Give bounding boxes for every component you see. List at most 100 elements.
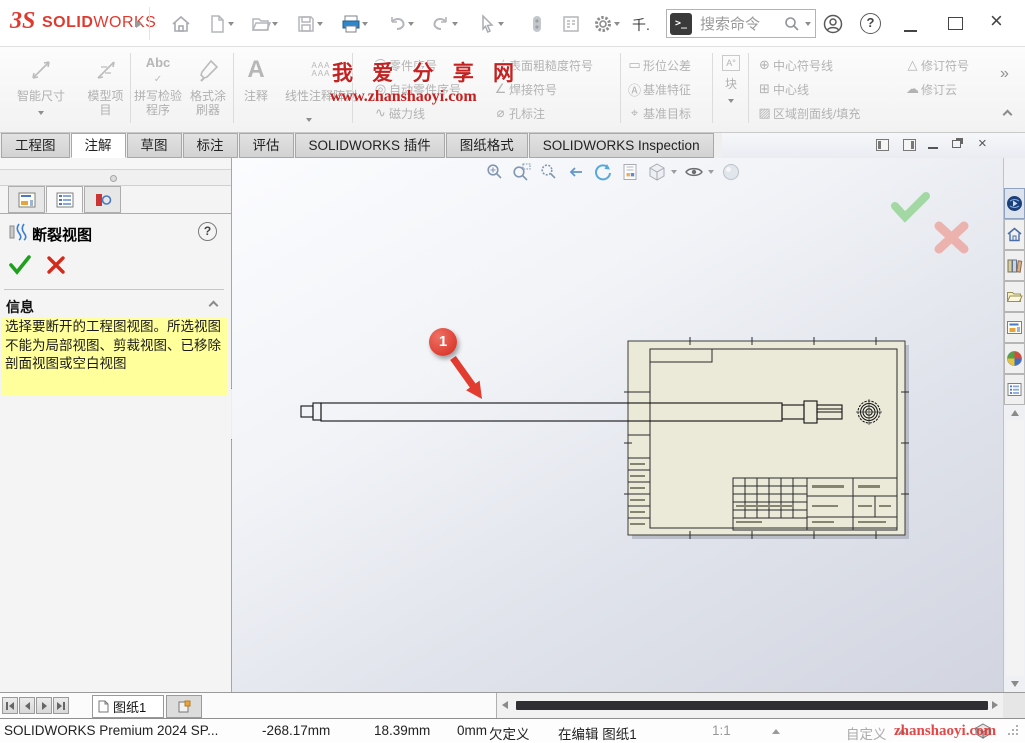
open-icon[interactable]: [250, 13, 272, 35]
confirm-cancel-icon[interactable]: [939, 226, 964, 249]
view-palette-button[interactable]: [1004, 312, 1025, 343]
smart-dimension-button[interactable]: 智能尺寸: [2, 51, 80, 118]
magnetic-line-icon: ∿: [372, 105, 389, 121]
command-search-input[interactable]: >_ 搜索命令: [666, 9, 816, 38]
home-icon[interactable]: [170, 13, 192, 35]
help-icon[interactable]: ?: [860, 13, 881, 34]
area-hatch-button[interactable]: ▨区域剖面线/填充: [756, 101, 860, 125]
hscroll-right-button[interactable]: [992, 701, 998, 709]
first-sheet-button[interactable]: [2, 697, 18, 714]
home-tab-button[interactable]: [1004, 219, 1025, 250]
maximize-button[interactable]: [948, 17, 963, 30]
ribbon-collapse-icon[interactable]: [1003, 110, 1013, 120]
pm-help-icon[interactable]: ?: [198, 222, 217, 241]
select-cursor-icon[interactable]: [476, 13, 498, 35]
design-library-button[interactable]: [1004, 250, 1025, 281]
redo-dropdown-icon[interactable]: [452, 22, 458, 26]
close-button[interactable]: ×: [990, 8, 1003, 34]
redo-icon[interactable]: [430, 13, 452, 35]
document-close-icon[interactable]: ×: [978, 135, 987, 152]
new-dropdown-icon[interactable]: [228, 22, 234, 26]
format-painter-icon: [185, 51, 231, 89]
tab-addins[interactable]: SOLIDWORKS 插件: [295, 133, 445, 158]
new-document-icon[interactable]: [206, 13, 228, 35]
sign-in-avatar-icon[interactable]: [822, 13, 844, 35]
save-icon[interactable]: [295, 13, 317, 35]
dock-pane-left-icon[interactable]: [876, 139, 889, 151]
options-gear-icon[interactable]: [592, 13, 614, 35]
geometric-tolerance-button[interactable]: ▭形位公差: [626, 53, 691, 77]
tab-annotation[interactable]: 注解: [71, 133, 126, 158]
hscroll-thumb[interactable]: [516, 701, 988, 710]
revision-symbol-button[interactable]: △修订符号: [904, 53, 969, 77]
last-sheet-button[interactable]: [53, 697, 69, 714]
tab-markup[interactable]: 标注: [183, 133, 238, 158]
select-dropdown-icon[interactable]: [498, 22, 504, 26]
options-dropdown-icon[interactable]: [614, 22, 620, 26]
ribbon-overflow-icon[interactable]: »: [1000, 65, 1009, 83]
centerline-button[interactable]: ⊞中心线: [756, 77, 860, 101]
scale-dropdown-icon[interactable]: [772, 729, 780, 734]
datum-feature-button[interactable]: Ⓐ基准特征: [626, 77, 691, 101]
smart-dimension-dropdown-icon[interactable]: [38, 111, 44, 115]
vscroll-track[interactable]: [1006, 420, 1024, 676]
custom-properties-button[interactable]: [1004, 374, 1025, 405]
save-dropdown-icon[interactable]: [317, 22, 323, 26]
xpert-tools-icon[interactable]: 千.: [632, 15, 650, 35]
task-list-icon[interactable]: [560, 13, 582, 35]
message-collapse-icon[interactable]: [209, 301, 219, 311]
feature-tree-tab[interactable]: [8, 186, 45, 213]
document-minimize-icon[interactable]: [928, 147, 938, 149]
dassault-logo-mark: 3S: [10, 8, 35, 35]
tab-sketch[interactable]: 草图: [127, 133, 182, 158]
selection-filter-icon[interactable]: [526, 13, 548, 35]
search-dropdown-icon[interactable]: [805, 22, 811, 26]
revision-cloud-button[interactable]: ☁修订云: [904, 77, 969, 101]
vscroll-up-button[interactable]: [1006, 405, 1024, 420]
open-dropdown-icon[interactable]: [272, 22, 278, 26]
block-button[interactable]: A° 块: [716, 55, 746, 106]
file-explorer-button[interactable]: [1004, 281, 1025, 312]
logo-flyout-icon[interactable]: [136, 20, 142, 28]
ok-button[interactable]: [8, 254, 32, 276]
tab-sheet-format[interactable]: 图纸格式: [446, 133, 528, 158]
center-mark-button[interactable]: ⊕中心符号线: [756, 53, 860, 77]
sheet-tab[interactable]: 图纸1: [92, 695, 164, 718]
cancel-button[interactable]: [46, 255, 66, 275]
drawing-canvas[interactable]: [232, 158, 1003, 692]
tab-inspection[interactable]: SOLIDWORKS Inspection: [529, 133, 714, 158]
tab-drawing[interactable]: 工程图: [1, 133, 70, 158]
next-sheet-button[interactable]: [36, 697, 52, 714]
appearances-button[interactable]: [1004, 343, 1025, 374]
document-restore-icon[interactable]: [952, 140, 961, 148]
format-painter-button[interactable]: 格式涂刷器: [185, 51, 231, 117]
graphics-area[interactable]: 1: [232, 158, 1003, 692]
tab-evaluate[interactable]: 评估: [239, 133, 294, 158]
minimize-button[interactable]: [904, 30, 917, 32]
prev-sheet-button[interactable]: [19, 697, 35, 714]
undo-icon[interactable]: [386, 13, 408, 35]
undo-dropdown-icon[interactable]: [408, 22, 414, 26]
units-text[interactable]: 自定义: [846, 723, 887, 743]
property-manager-tab[interactable]: [46, 186, 83, 213]
hole-callout-button[interactable]: ⌀孔标注: [492, 101, 593, 125]
resize-grip[interactable]: [1008, 733, 1010, 735]
model-items-button[interactable]: 模型项目: [82, 51, 129, 117]
note-button[interactable]: A 注释: [236, 51, 276, 103]
print-icon[interactable]: [340, 13, 362, 35]
threedexperience-button[interactable]: [1004, 188, 1025, 219]
sheet-scale-text[interactable]: 1:1: [712, 723, 731, 738]
block-dropdown-icon[interactable]: [728, 99, 734, 103]
center-mark-icon: ⊕: [756, 57, 773, 73]
add-sheet-button[interactable]: [166, 695, 202, 718]
hscroll-left-button[interactable]: [502, 701, 508, 709]
print-dropdown-icon[interactable]: [362, 22, 368, 26]
datum-target-button[interactable]: ⌖基准目标: [626, 101, 691, 125]
search-icon[interactable]: [783, 15, 801, 33]
vscroll-down-button[interactable]: [1006, 676, 1024, 691]
confirm-ok-icon[interactable]: [895, 196, 926, 217]
dock-pane-right-icon[interactable]: [903, 139, 916, 151]
spell-checker-button[interactable]: Abc✓ 拼写检验程序: [133, 51, 183, 117]
configurations-tab[interactable]: [84, 186, 121, 213]
note-group-dropdown-icon[interactable]: [306, 118, 312, 122]
